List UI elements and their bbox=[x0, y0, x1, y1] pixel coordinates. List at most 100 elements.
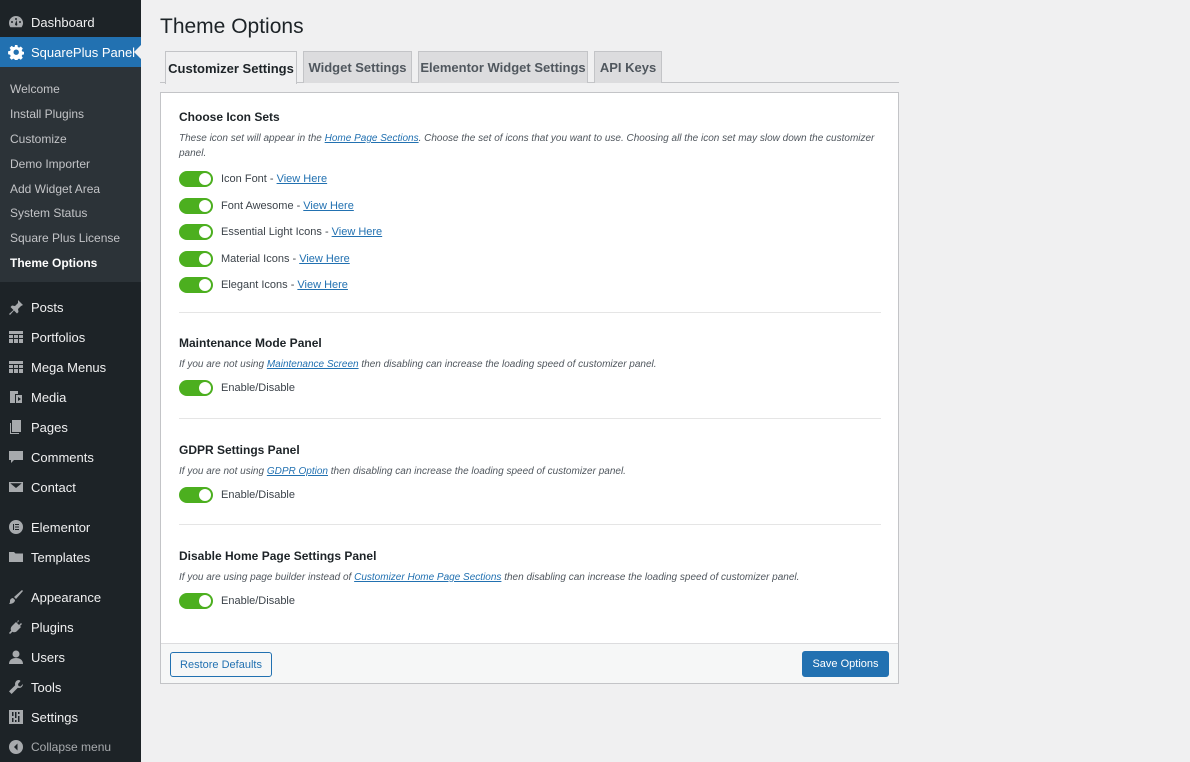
grid-icon bbox=[8, 359, 24, 375]
icon-font-toggle[interactable] bbox=[179, 171, 213, 188]
menu-users-label: Users bbox=[31, 649, 65, 665]
menu-media[interactable]: Media bbox=[0, 382, 141, 412]
view-here-link[interactable]: View Here bbox=[303, 200, 354, 212]
submenu-welcome[interactable]: Welcome bbox=[0, 77, 141, 102]
menu-mega-menus-label: Mega Menus bbox=[31, 359, 107, 375]
menu-settings[interactable]: Settings bbox=[0, 702, 141, 732]
homepage-toggle[interactable] bbox=[179, 593, 213, 610]
section-description: If you are not using GDPR Option then di… bbox=[179, 464, 881, 479]
home-page-sections-link[interactable]: Home Page Sections bbox=[325, 133, 419, 144]
gdpr-toggle[interactable] bbox=[179, 487, 213, 504]
menu-appearance-label: Appearance bbox=[31, 589, 102, 605]
menu-tools[interactable]: Tools bbox=[0, 672, 141, 702]
save-options-button[interactable]: Save Options bbox=[802, 651, 889, 677]
submenu-add-widget-area[interactable]: Add Widget Area bbox=[0, 177, 141, 202]
elegant-icons-row: Elegant Icons - View Here bbox=[179, 272, 881, 299]
section-title: Disable Home Page Settings Panel bbox=[179, 549, 377, 563]
menu-plugins-label: Plugins bbox=[31, 619, 74, 635]
section-home-page-settings: Disable Home Page Settings Panel If you … bbox=[179, 549, 881, 615]
pages-icon bbox=[8, 419, 24, 435]
maintenance-toggle[interactable] bbox=[179, 380, 213, 397]
menu-portfolios-label: Portfolios bbox=[31, 329, 86, 345]
pin-icon bbox=[8, 299, 24, 316]
menu-mega-menus[interactable]: Mega Menus bbox=[0, 352, 141, 382]
toggle-label: Font Awesome - bbox=[221, 199, 301, 212]
menu-comments-label: Comments bbox=[31, 449, 94, 465]
material-icons-toggle[interactable] bbox=[179, 250, 213, 267]
font-awesome-toggle[interactable] bbox=[179, 197, 213, 214]
restore-defaults-button[interactable]: Restore Defaults bbox=[170, 652, 272, 677]
view-here-link[interactable]: View Here bbox=[297, 279, 348, 291]
mail-icon bbox=[8, 479, 24, 495]
menu-appearance[interactable]: Appearance bbox=[0, 582, 141, 612]
font-awesome-row: Font Awesome - View Here bbox=[179, 193, 881, 220]
menu-elementor[interactable]: Elementor bbox=[0, 512, 141, 542]
section-description: If you are not using Maintenance Screen … bbox=[179, 357, 881, 372]
section-gdpr-settings: GDPR Settings Panel If you are not using… bbox=[179, 443, 881, 509]
maintenance-toggle-row: Enable/Disable bbox=[179, 375, 881, 402]
elegant-icons-toggle[interactable] bbox=[179, 277, 213, 294]
menu-elementor-label: Elementor bbox=[31, 519, 91, 535]
submenu-square-plus-license[interactable]: Square Plus License bbox=[0, 226, 141, 251]
toggle-label: Enable/Disable bbox=[221, 489, 295, 502]
menu-templates[interactable]: Templates bbox=[0, 542, 141, 572]
maintenance-screen-link[interactable]: Maintenance Screen bbox=[267, 359, 359, 370]
desc-text: If you are using page builder instead of bbox=[179, 572, 355, 583]
menu-squareplus-label: SquarePlus Panel bbox=[31, 44, 136, 60]
menu-squareplus-panel[interactable]: SquarePlus Panel bbox=[0, 37, 141, 67]
desc-text: then disabling can increase the loading … bbox=[501, 572, 800, 583]
menu-posts[interactable]: Posts bbox=[0, 292, 141, 322]
collapse-menu-button[interactable]: Collapse menu bbox=[0, 732, 141, 762]
section-divider bbox=[179, 312, 881, 313]
tab-widget-settings[interactable]: Widget Settings bbox=[303, 51, 412, 83]
material-icons-row: Material Icons - View Here bbox=[179, 246, 881, 273]
section-description: If you are using page builder instead of… bbox=[179, 570, 881, 585]
collapse-arrow-icon bbox=[8, 739, 24, 755]
submenu-demo-importer[interactable]: Demo Importer bbox=[0, 152, 141, 177]
page-title: Theme Options bbox=[160, 15, 304, 38]
view-here-link[interactable]: View Here bbox=[277, 173, 328, 185]
homepage-toggle-row: Enable/Disable bbox=[179, 588, 881, 615]
menu-contact[interactable]: Contact bbox=[0, 472, 141, 502]
comment-icon bbox=[8, 449, 24, 465]
view-here-link[interactable]: View Here bbox=[299, 253, 350, 265]
menu-users[interactable]: Users bbox=[0, 642, 141, 672]
settings-panel: Choose Icon Sets These icon set will app… bbox=[160, 92, 899, 684]
toggle-label: Icon Font - bbox=[221, 173, 274, 186]
essential-light-icons-toggle[interactable] bbox=[179, 224, 213, 241]
tab-api-keys[interactable]: API Keys bbox=[594, 51, 662, 83]
gdpr-option-link[interactable]: GDPR Option bbox=[267, 466, 328, 477]
menu-tools-label: Tools bbox=[31, 679, 62, 695]
menu-pages[interactable]: Pages bbox=[0, 412, 141, 442]
tab-elementor-widget-settings[interactable]: Elementor Widget Settings bbox=[418, 51, 588, 83]
view-here-link[interactable]: View Here bbox=[332, 226, 383, 238]
tab-customizer-settings[interactable]: Customizer Settings bbox=[165, 51, 297, 84]
media-icon bbox=[8, 389, 24, 405]
submenu-system-status[interactable]: System Status bbox=[0, 201, 141, 226]
submenu-theme-options[interactable]: Theme Options bbox=[0, 251, 141, 276]
menu-plugins[interactable]: Plugins bbox=[0, 612, 141, 642]
section-title: Maintenance Mode Panel bbox=[179, 336, 322, 350]
menu-templates-label: Templates bbox=[31, 549, 91, 565]
grid-icon bbox=[8, 329, 24, 345]
admin-sidebar: Dashboard SquarePlus Panel Welcome Insta… bbox=[0, 0, 141, 762]
dashboard-icon bbox=[8, 14, 24, 30]
toggle-label: Essential Light Icons - bbox=[221, 226, 329, 239]
folder-icon bbox=[8, 549, 24, 565]
menu-dashboard[interactable]: Dashboard bbox=[0, 7, 141, 37]
gdpr-toggle-row: Enable/Disable bbox=[179, 482, 881, 509]
desc-text: If you are not using bbox=[179, 359, 267, 370]
wrench-icon bbox=[8, 679, 24, 695]
menu-media-label: Media bbox=[31, 389, 67, 405]
customizer-home-page-sections-link[interactable]: Customizer Home Page Sections bbox=[354, 572, 501, 583]
desc-text: These icon set will appear in the bbox=[179, 133, 325, 144]
squareplus-submenu: Welcome Install Plugins Customize Demo I… bbox=[0, 67, 141, 283]
menu-portfolios[interactable]: Portfolios bbox=[0, 322, 141, 352]
menu-comments[interactable]: Comments bbox=[0, 442, 141, 472]
desc-text: then disabling can increase the loading … bbox=[358, 359, 657, 370]
submenu-customize[interactable]: Customize bbox=[0, 127, 141, 152]
menu-settings-label: Settings bbox=[31, 709, 78, 725]
submenu-install-plugins[interactable]: Install Plugins bbox=[0, 102, 141, 127]
section-divider bbox=[179, 524, 881, 525]
user-icon bbox=[8, 649, 24, 665]
